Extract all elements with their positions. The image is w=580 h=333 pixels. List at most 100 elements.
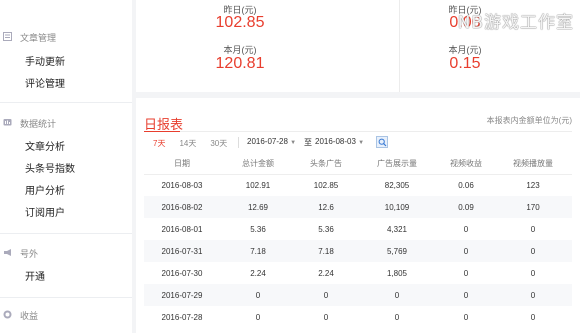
column-header-video-revenue: 视频收益: [438, 154, 494, 175]
sidebar-item-activate[interactable]: 开通: [25, 268, 45, 283]
section-title: 文章管理: [20, 33, 57, 43]
daily-report-table: 日期 总计金额 头条广告 广告展示量 视频收益 视频播放量 2016-08-03…: [144, 154, 572, 328]
video-revenue-cell: 0.06: [458, 180, 474, 190]
divider: [144, 131, 572, 132]
impressions-cell: 0: [394, 312, 400, 322]
divider: [238, 137, 239, 148]
chevron-down-icon: ▼: [290, 140, 297, 146]
total-cell: 7.18: [220, 240, 296, 262]
video-plays-cell: 0: [494, 284, 572, 306]
to-label: 至: [304, 138, 312, 147]
ad-revenue-cell: 102.85: [313, 180, 339, 190]
ad-revenue-cell: 2.24: [318, 268, 334, 278]
yesterday-value: 102.85: [215, 14, 265, 31]
section-extra[interactable]: 号外: [0, 244, 132, 262]
date-cell: 2016-08-03: [161, 180, 203, 190]
revenue-summary-panel: 昨日(元) 102.85 本月(元) 120.81 昨日(元) 0.06 本月(…: [136, 0, 580, 92]
ad-revenue-cell: 0: [323, 312, 329, 322]
sidebar-item-toutiao-index[interactable]: 头条号指数: [25, 160, 75, 175]
table-row: 2016-07-28 0 0 0 0 0: [144, 306, 572, 328]
article-icon: [3, 32, 12, 41]
active-tab-underline: [144, 131, 180, 132]
video-revenue-cell: 0: [438, 284, 494, 306]
sidebar-item-comments[interactable]: 评论管理: [25, 75, 65, 90]
column-header-date: 日期: [144, 154, 220, 175]
table-row: 2016-07-29 0 0 0 0 0: [144, 284, 572, 306]
ad-revenue-cell: 7.18: [296, 240, 356, 262]
total-cell: 102.91: [245, 180, 271, 190]
column-header-total: 总计金额: [220, 154, 296, 175]
range-tabs: 7天 14天 30天: [153, 138, 241, 149]
video-revenue-cell: 0: [463, 268, 469, 278]
date-cell: 2016-07-28: [161, 312, 203, 322]
sidebar-item-subscribers[interactable]: 订阅用户: [25, 204, 65, 219]
video-plays-cell: 170: [494, 196, 572, 218]
total-cell: 5.36: [250, 224, 266, 234]
divider: [0, 102, 132, 103]
impressions-cell: 0: [356, 284, 438, 306]
impressions-cell: 82,305: [384, 180, 410, 190]
section-data-statistics[interactable]: 数据统计: [0, 114, 132, 132]
month-value: 120.81: [215, 55, 265, 72]
end-date-value: 2016-08-03: [315, 137, 356, 146]
total-cell: 0: [220, 284, 296, 306]
total-cell: 0: [255, 312, 261, 322]
section-title: 收益: [20, 311, 39, 321]
start-date-picker[interactable]: 2016-07-28 ▼: [247, 137, 296, 146]
divider: [0, 233, 132, 234]
video-plays-cell: 0: [530, 268, 536, 278]
table-row: 2016-08-02 12.69 12.6 10,109 0.09 170: [144, 196, 572, 218]
column-header-ad-revenue: 头条广告: [296, 154, 356, 175]
daily-report-panel: 日报表 本报表内金额单位为(元) 7天 14天 30天 2016-07-28 ▼…: [136, 98, 580, 333]
impressions-cell: 1,805: [386, 268, 408, 278]
impressions-cell: 4,321: [386, 224, 408, 234]
range-tab-7d[interactable]: 7天: [153, 138, 165, 149]
table-row: 2016-07-30 2.24 2.24 1,805 0 0: [144, 262, 572, 284]
coin-icon: [3, 310, 12, 319]
section-title: 数据统计: [20, 119, 57, 129]
column-header-impressions: 广告展示量: [356, 154, 438, 175]
table-row: 2016-07-31 7.18 7.18 5,769 0 0: [144, 240, 572, 262]
start-date-value: 2016-07-28: [247, 137, 288, 146]
range-tab-14d[interactable]: 14天: [179, 138, 196, 149]
date-cell: 2016-08-02: [144, 196, 220, 218]
table-header-row: 日期 总计金额 头条广告 广告展示量 视频收益 视频播放量: [144, 154, 572, 175]
section-title: 号外: [20, 249, 39, 259]
video-plays-cell: 0: [530, 224, 536, 234]
watermark: NB游戏工作室: [457, 13, 574, 33]
video-plays-cell: 0: [530, 312, 536, 322]
divider: [399, 0, 400, 92]
stats-icon: [3, 119, 12, 126]
section-revenue[interactable]: 收益: [0, 306, 132, 324]
video-revenue-cell: 0: [463, 312, 469, 322]
ad-revenue-cell: 5.36: [318, 224, 334, 234]
ad-revenue-cell: 0: [296, 284, 356, 306]
total-cell: 2.24: [250, 268, 266, 278]
video-revenue-cell: 0.09: [438, 196, 494, 218]
video-plays-cell: 0: [494, 240, 572, 262]
total-cell: 12.69: [220, 196, 296, 218]
table-row: 2016-08-03 102.91 102.85 82,305 0.06 123: [144, 174, 572, 196]
chevron-down-icon: ▼: [358, 140, 365, 146]
search-button[interactable]: [376, 136, 388, 148]
sidebar-item-manual-update[interactable]: 手动更新: [25, 53, 65, 68]
date-cell: 2016-07-31: [144, 240, 220, 262]
sidebar-item-article-analysis[interactable]: 文章分析: [25, 138, 65, 153]
video-revenue-cell: 0: [438, 240, 494, 262]
date-cell: 2016-07-30: [161, 268, 203, 278]
ad-revenue-cell: 12.6: [296, 196, 356, 218]
search-icon: [378, 138, 387, 147]
impressions-cell: 5,769: [356, 240, 438, 262]
end-date-picker[interactable]: 2016-08-03 ▼: [315, 137, 364, 146]
sidebar-item-user-analysis[interactable]: 用户分析: [25, 182, 65, 197]
column-header-video-plays: 视频播放量: [494, 154, 572, 175]
video-revenue-cell: 0: [463, 224, 469, 234]
range-tab-30d[interactable]: 30天: [210, 138, 227, 149]
video-plays-cell: 123: [526, 180, 540, 190]
table-row: 2016-08-01 5.36 5.36 4,321 0 0: [144, 218, 572, 240]
divider: [0, 297, 132, 298]
date-cell: 2016-07-29: [144, 284, 220, 306]
section-article-management[interactable]: 文章管理: [0, 28, 132, 46]
impressions-cell: 10,109: [356, 196, 438, 218]
sidebar: 文章管理 手动更新 评论管理 数据统计 文章分析 头条号指数 用户分析 订阅用户…: [0, 0, 132, 333]
